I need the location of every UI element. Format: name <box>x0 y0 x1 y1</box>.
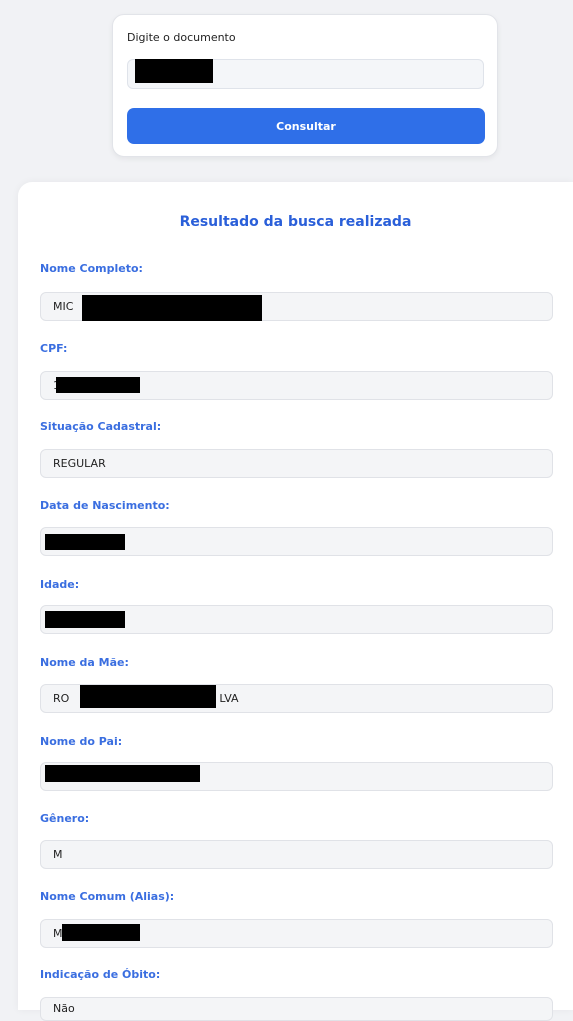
search-card: Digite o documento Consultar <box>112 14 498 157</box>
idade-label: Idade: <box>40 578 80 591</box>
redaction-box <box>45 611 125 628</box>
redaction-box <box>62 924 140 941</box>
situacao-cadastral-value: REGULAR <box>53 457 106 470</box>
redaction-box <box>45 765 200 782</box>
nome-comum-label: Nome Comum (Alias): <box>40 890 175 903</box>
situacao-cadastral-field: REGULAR <box>40 449 553 478</box>
nome-mae-value-suffix: LVA <box>219 692 239 705</box>
redaction-box <box>56 377 140 393</box>
redaction-box <box>82 295 262 321</box>
indicacao-obito-field: Não <box>40 997 553 1021</box>
nome-mae-label: Nome da Mãe: <box>40 656 129 669</box>
cpf-label: CPF: <box>40 342 68 355</box>
redaction-box <box>45 534 125 550</box>
nome-pai-label: Nome do Pai: <box>40 735 123 748</box>
redaction-box <box>135 59 213 83</box>
result-title: Resultado da busca realizada <box>179 214 412 230</box>
indicacao-obito-label: Indicação de Óbito: <box>40 968 161 981</box>
data-nascimento-label: Data de Nascimento: <box>40 499 170 512</box>
genero-value: M <box>53 848 63 861</box>
situacao-cadastral-label: Situação Cadastral: <box>40 420 162 433</box>
genero-label: Gênero: <box>40 812 90 825</box>
nome-completo-value: MIC <box>53 300 74 313</box>
consultar-button[interactable]: Consultar <box>127 108 485 144</box>
redaction-box <box>80 685 216 708</box>
nome-mae-value: RO <box>53 692 70 705</box>
document-label: Digite o documento <box>127 31 236 44</box>
indicacao-obito-value: Não <box>53 1002 75 1015</box>
genero-field: M <box>40 840 553 869</box>
nome-completo-label: Nome Completo: <box>40 262 143 275</box>
result-panel: Resultado da busca realizada Nome Comple… <box>18 182 573 1021</box>
